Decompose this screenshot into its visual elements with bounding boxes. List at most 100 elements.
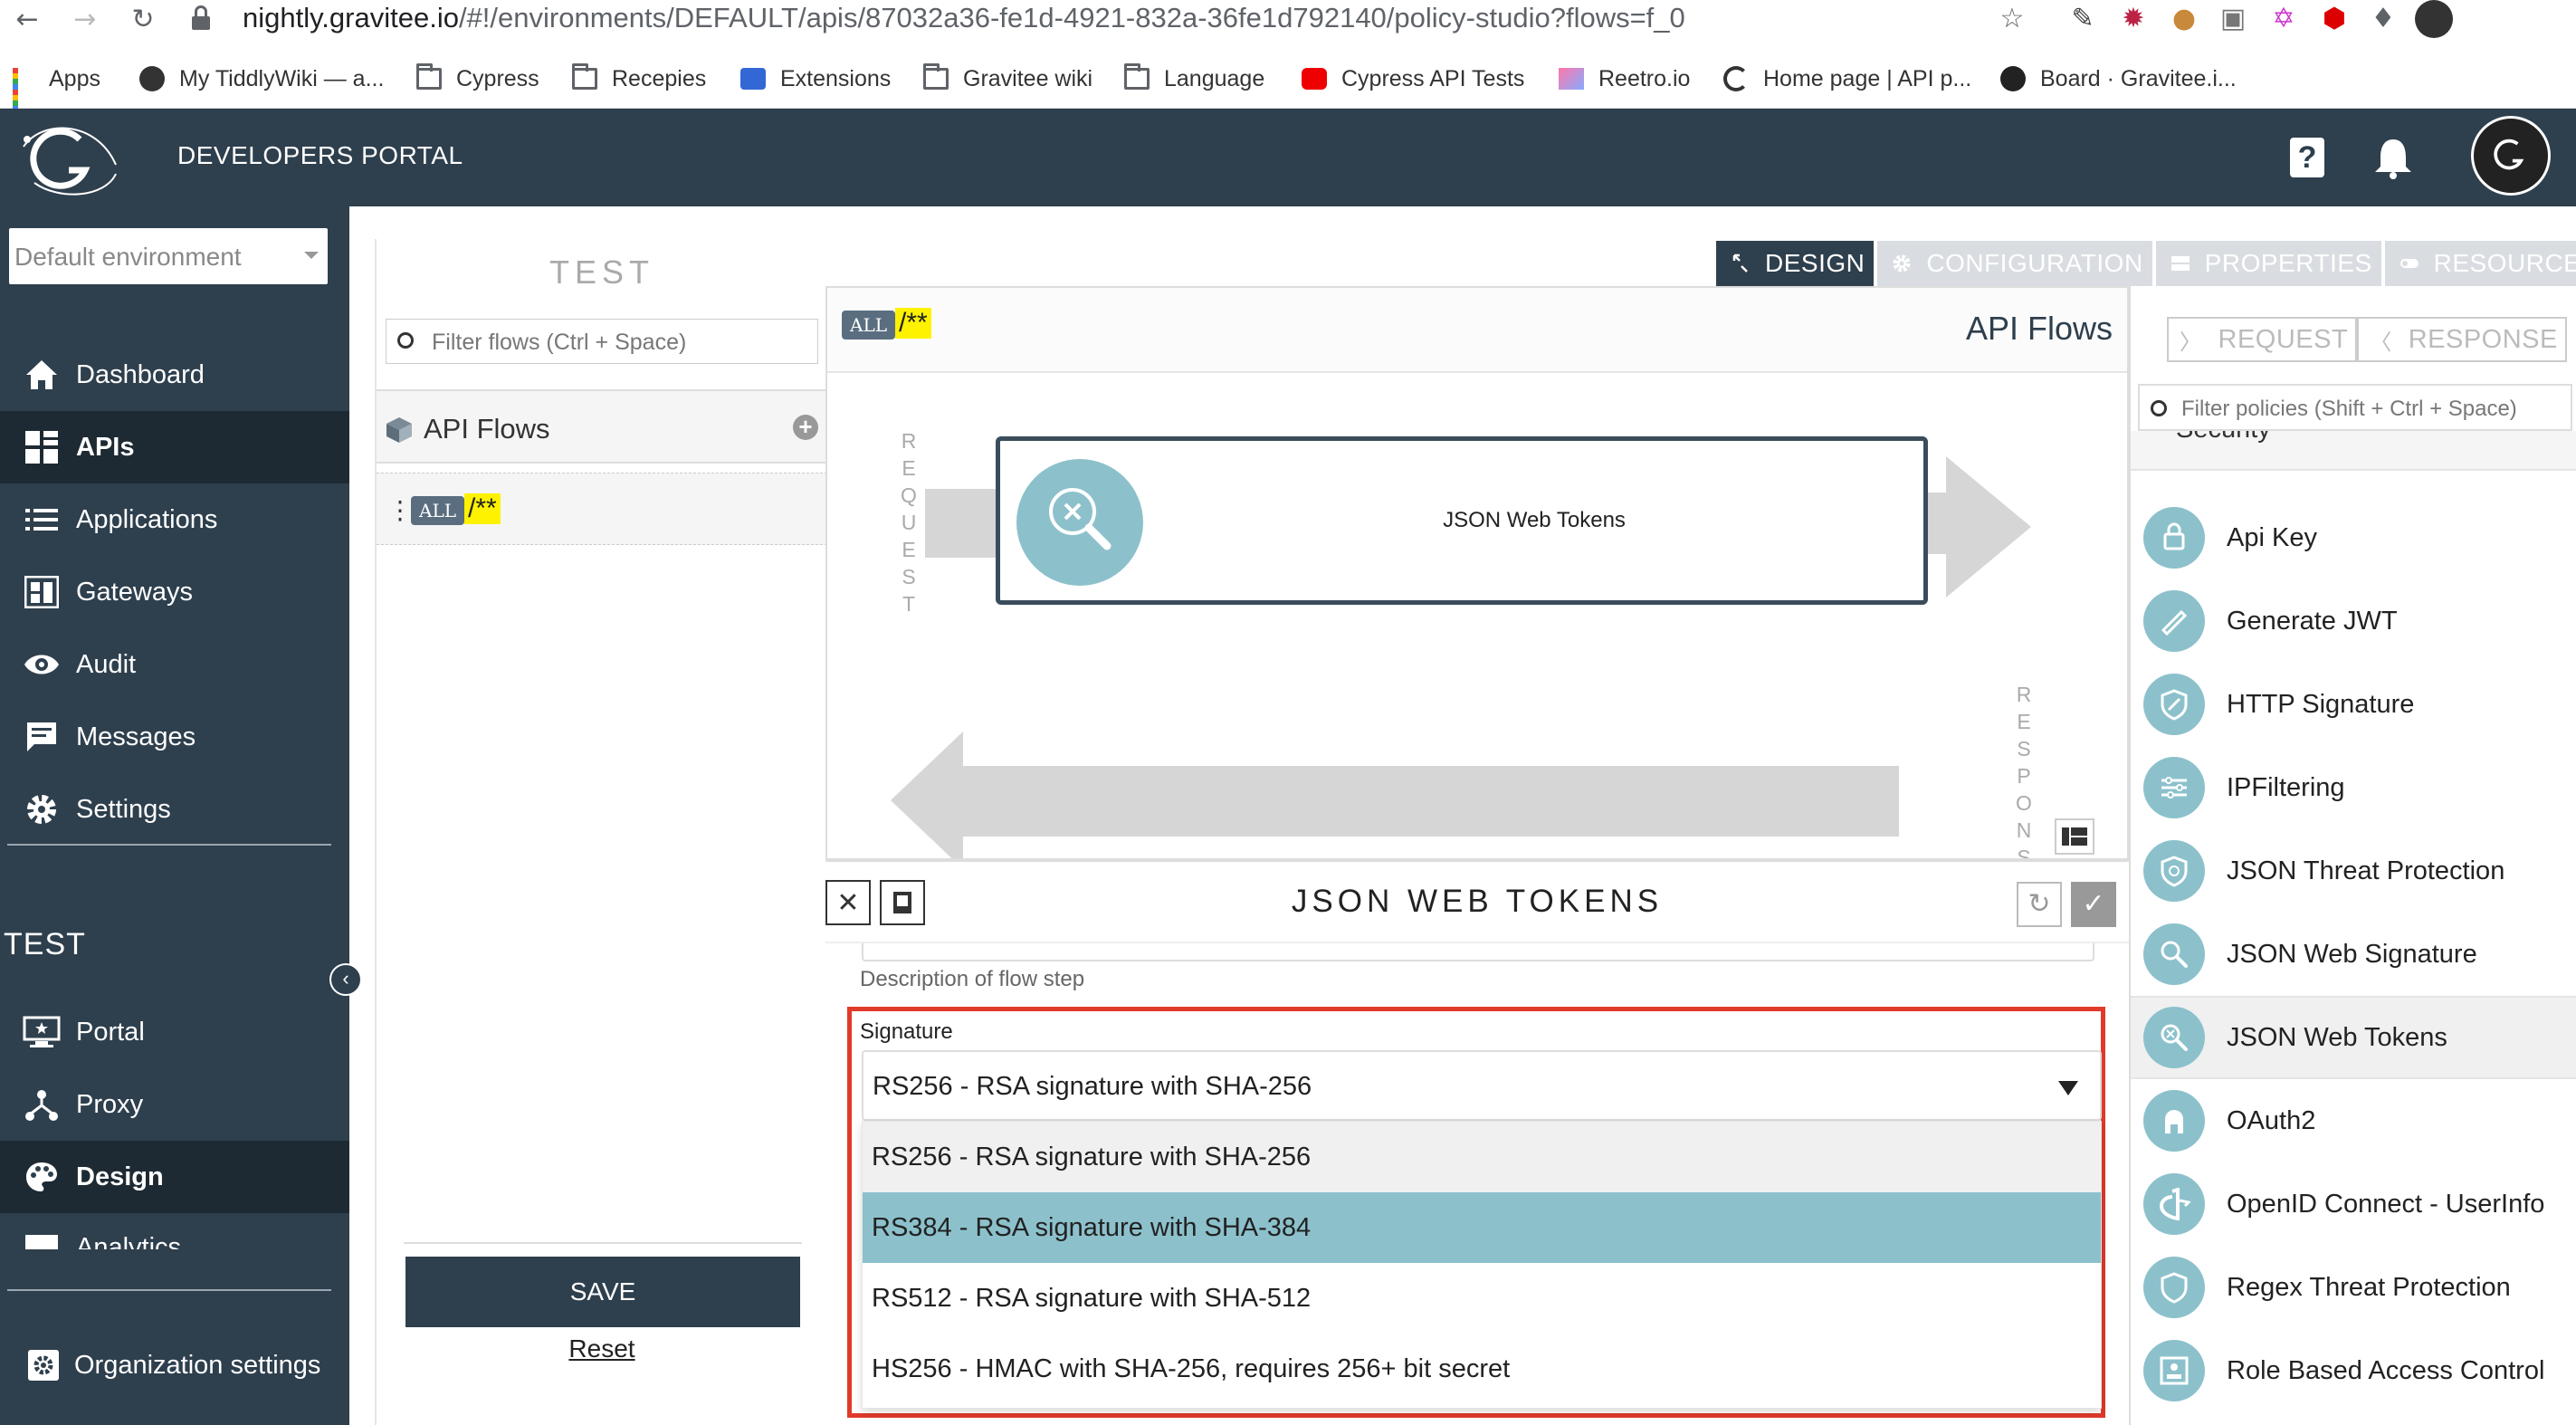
chevron-left-icon: 〈 — [2370, 330, 2392, 355]
bookmark-recepies[interactable]: Recepies — [572, 62, 706, 96]
api-flows-group[interactable]: API Flows + — [377, 389, 827, 464]
policy-item-api-key[interactable]: Api Key — [2131, 496, 2576, 579]
policy-item-openid-connect-userinfo[interactable]: OpenID Connect - UserInfo — [2131, 1162, 2576, 1246]
sidebar-item-design[interactable]: Design — [0, 1141, 349, 1213]
signature-selected-value: RS256 - RSA signature with SHA-256 — [873, 1072, 1312, 1101]
gravitee-icon — [1723, 66, 1749, 91]
request-toggle-button[interactable]: 〉 REQUEST — [2167, 317, 2358, 362]
response-toggle-button[interactable]: 〈 RESPONSE — [2357, 317, 2567, 362]
cookie-icon[interactable]: ● — [2167, 2, 2201, 36]
bookmark-extensions[interactable]: Extensions — [740, 62, 891, 96]
filter-policies-input[interactable]: Filter policies (Shift + Ctrl + Space) — [2138, 384, 2572, 431]
sidebar-item-audit[interactable]: Audit — [0, 628, 349, 701]
reload-icon[interactable]: ↻ — [127, 4, 159, 36]
bookmark-language[interactable]: Language — [1124, 62, 1264, 96]
sidebar-item-dashboard[interactable]: Dashboard — [0, 339, 349, 411]
bookmark-label: Recepies — [612, 65, 707, 91]
portal-icon — [22, 1014, 62, 1050]
reset-link[interactable]: Reset — [377, 1334, 827, 1363]
sidebar-item-messages[interactable]: Messages — [0, 701, 349, 773]
user-avatar[interactable] — [2471, 116, 2551, 196]
policy-item-http-signature[interactable]: HTTP Signature — [2131, 663, 2576, 746]
bookmark-label: Reetro.io — [1598, 65, 1691, 91]
forward-icon[interactable]: → — [69, 4, 101, 36]
list-icon — [22, 502, 62, 538]
star-icon[interactable]: ☆ — [1995, 2, 2029, 36]
policy-form-header: ✕ JSON WEB TOKENS ↻ ✓ — [825, 862, 2129, 943]
tab-configuration[interactable]: CONFIGURATION — [1877, 241, 2152, 286]
bookmark-cypress[interactable]: Cypress — [416, 62, 539, 96]
sidebar-item-label: Applications — [76, 504, 218, 534]
sidebar-item-gateways[interactable]: Gateways — [0, 556, 349, 628]
signature-select[interactable]: RS256 - RSA signature with SHA-256 — [862, 1050, 2102, 1121]
add-flow-button[interactable]: + — [793, 415, 818, 440]
policy-item-ipfiltering[interactable]: IPFiltering — [2131, 746, 2576, 829]
reset-icon[interactable]: ↻ — [2017, 882, 2062, 927]
bookmark-tiddlywiki[interactable]: My TiddlyWiki — a... — [139, 62, 384, 96]
flows-panel-title: TEST — [549, 253, 654, 291]
policy-item-json-web-signature[interactable]: JSON Web Signature — [2131, 913, 2576, 996]
http-signature-icon — [2143, 674, 2205, 735]
bookmark-reetro[interactable]: Reetro.io — [1559, 62, 1690, 96]
bookmark-gravitee-wiki[interactable]: Gravitee wiki — [923, 62, 1092, 96]
gravitee-logo[interactable] — [14, 120, 123, 197]
flow-item[interactable]: ⋮⋮ ALL/** — [377, 473, 827, 545]
sidebar-item-apis[interactable]: APIs — [0, 411, 349, 483]
filter-flows-input[interactable]: Filter flows (Ctrl + Space) — [386, 319, 818, 364]
help-icon[interactable]: ? — [2290, 138, 2324, 177]
sidebar-item-proxy[interactable]: Proxy — [0, 1068, 349, 1141]
sidebar-item-label: Gateways — [76, 577, 193, 607]
check-icon[interactable]: ✓ — [2071, 882, 2116, 927]
layout-toggle-button[interactable] — [2055, 818, 2094, 855]
bookmark-home-page[interactable]: Home page | API p... — [1723, 62, 1971, 96]
policy-item-oauth2[interactable]: OAuth2 — [2131, 1079, 2576, 1162]
description-input[interactable] — [862, 943, 2094, 961]
policy-item-regex-threat-protection[interactable]: Regex Threat Protection — [2131, 1246, 2576, 1329]
signature-option-hs256[interactable]: HS256 - HMAC with SHA-256, requires 256+… — [863, 1334, 2101, 1404]
tab-design[interactable]: DESIGN — [1716, 241, 1875, 286]
collapse-sidebar-button[interactable]: ‹ — [329, 963, 362, 996]
toggle-icon — [2399, 259, 2419, 268]
bookmark-apps[interactable]: Apps — [13, 62, 100, 117]
tab-properties[interactable]: PROPERTIES — [2155, 241, 2381, 286]
bookmark-cypress-api-tests[interactable]: Cypress API Tests — [1302, 62, 1524, 96]
policy-step-card[interactable]: JSON Web Tokens — [996, 436, 1928, 605]
signature-option-rs512[interactable]: RS512 - RSA signature with SHA-512 — [863, 1263, 2101, 1334]
policy-item-json-web-tokens[interactable]: JSON Web Tokens — [2131, 996, 2576, 1079]
signature-options-list: RS256 - RSA signature with SHA-256 RS384… — [862, 1121, 2102, 1409]
shield-extension-icon[interactable]: ⬢ — [2317, 2, 2352, 36]
policy-item-generate-jwt[interactable]: Generate JWT — [2131, 579, 2576, 663]
policy-step-name: JSON Web Tokens — [1443, 508, 1626, 532]
signature-option-rs256[interactable]: RS256 - RSA signature with SHA-256 — [863, 1122, 2101, 1192]
address-field[interactable]: nightly.gravitee.io/#!/environments/DEFA… — [243, 2, 1685, 34]
sidebar-item-settings[interactable]: Settings — [0, 773, 349, 846]
policy-item-role-based-access-control[interactable]: Role Based Access Control — [2131, 1329, 2576, 1412]
response-label-text: RESPONSE — [2012, 683, 2036, 860]
back-icon[interactable]: ← — [11, 4, 43, 36]
save-button[interactable]: SAVE — [405, 1257, 800, 1327]
tab-resources[interactable]: RESOURCES — [2384, 241, 2576, 286]
gear-icon — [1893, 254, 1911, 273]
graphql-icon[interactable]: ✡ — [2266, 2, 2301, 36]
camera-icon[interactable]: ▣ — [2216, 2, 2250, 36]
extension-icon[interactable]: ✹ — [2116, 2, 2151, 36]
bell-icon[interactable] — [2373, 136, 2413, 179]
lock-icon[interactable] — [192, 5, 210, 31]
pen-extension-icon[interactable]: ✎ — [2066, 2, 2100, 36]
bookmark-board[interactable]: Board · Gravitee.i... — [2000, 62, 2237, 96]
signature-option-rs384[interactable]: RS384 - RSA signature with SHA-384 — [863, 1192, 2101, 1263]
environment-select[interactable]: Default environment — [9, 228, 328, 284]
profile-avatar[interactable] — [2415, 0, 2453, 38]
puzzle-icon[interactable]: ♦ — [2366, 2, 2400, 36]
sidebar-item-applications[interactable]: Applications — [0, 483, 349, 556]
policy-item-label: JSON Web Signature — [2227, 939, 2477, 969]
policy-item-label: HTTP Signature — [2227, 689, 2415, 719]
bookmark-label: Cypress — [456, 65, 539, 91]
policy-form-title: JSON WEB TOKENS — [1291, 884, 1664, 919]
policy-item-label: JSON Threat Protection — [2227, 856, 2505, 885]
portal-title: DEVELOPERS PORTAL — [177, 141, 463, 169]
sidebar-item-analytics[interactable]: Analytics — [0, 1213, 349, 1249]
sidebar-item-organization-settings[interactable]: Organization settings — [0, 1329, 349, 1401]
sidebar-item-portal[interactable]: Portal — [0, 996, 349, 1068]
policy-item-json-threat-protection[interactable]: JSON Threat Protection — [2131, 829, 2576, 913]
